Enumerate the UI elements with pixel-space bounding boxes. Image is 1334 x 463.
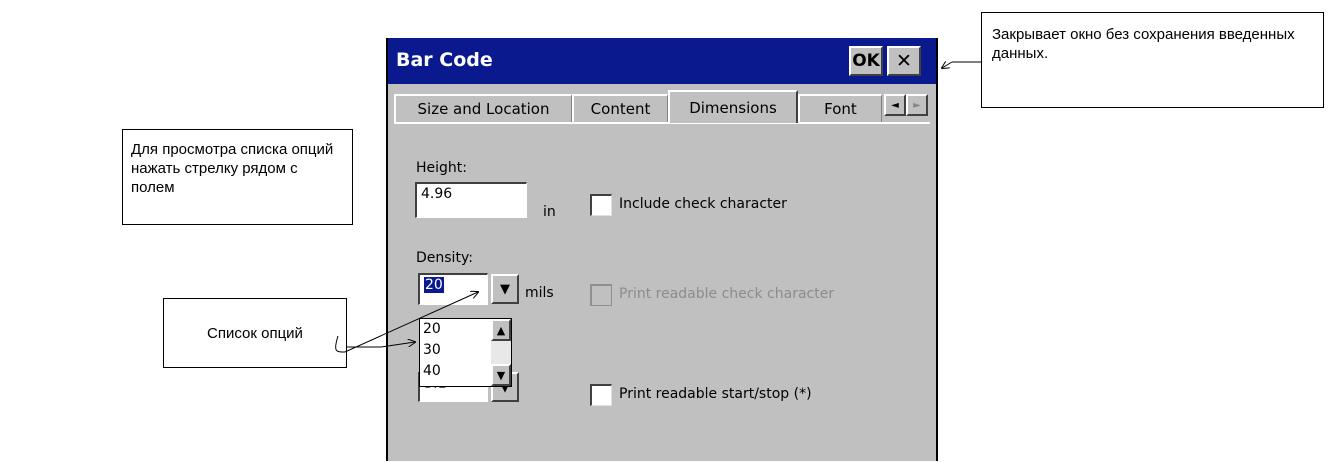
print-check-label: Print readable check character — [619, 286, 835, 302]
tab-size-and-location[interactable]: Size and Location — [394, 94, 572, 122]
density-label: Density: — [416, 250, 473, 266]
density-value: 20 — [424, 277, 444, 293]
scroll-down-button[interactable]: ▼ — [491, 364, 511, 386]
tab-label: Dimensions — [689, 98, 777, 117]
tab-font[interactable]: Font — [798, 94, 882, 122]
print-startstop-label: Print readable start/stop (*) — [619, 386, 812, 402]
arrow-note-callout: Для просмотра списка опций нажать стрелк… — [122, 129, 353, 225]
tab-scroll-right-button[interactable]: ► — [906, 94, 928, 116]
dialog-title: Bar Code — [396, 49, 493, 71]
list-item[interactable]: 20 — [423, 321, 441, 337]
dimensions-panel: Height: 4.96 in Include check character … — [394, 122, 930, 463]
tab-strip: Size and Location Content Dimensions Fon… — [394, 88, 934, 123]
ok-button[interactable]: OK — [849, 46, 883, 76]
print-startstop-checkbox[interactable] — [590, 384, 612, 406]
height-field[interactable]: 4.96 — [415, 182, 527, 218]
density-unit: mils — [525, 285, 554, 301]
tab-label: Font — [824, 100, 857, 118]
connector-close-arrow — [942, 62, 953, 68]
tab-dimensions[interactable]: Dimensions — [668, 90, 798, 123]
include-check-checkbox[interactable] — [590, 194, 612, 216]
list-note-text: Список опций — [207, 324, 303, 342]
close-button[interactable]: ✕ — [887, 46, 921, 76]
chevron-down-icon: ▼ — [500, 281, 510, 297]
title-bar: Bar Code OK ✕ — [388, 38, 936, 84]
list-note-callout: Список опций — [163, 298, 347, 368]
list-item[interactable]: 30 — [423, 342, 441, 358]
density-dropdown-button[interactable]: ▼ — [491, 274, 519, 304]
height-label: Height: — [416, 160, 467, 176]
scroll-up-button[interactable]: ▲ — [491, 319, 511, 341]
arrow-left-icon: ◄ — [891, 99, 899, 111]
bar-code-dialog: Bar Code OK ✕ Size and Location Content … — [386, 38, 938, 461]
close-note-callout: Закрывает окно без сохранения введенных … — [981, 12, 1324, 108]
arrow-down-icon: ▼ — [496, 368, 506, 382]
arrow-note-text: Для просмотра списка опций нажать стрелк… — [131, 141, 334, 196]
density-options-list: 20 30 40 ▲ ▼ — [419, 318, 512, 387]
height-unit: in — [543, 204, 556, 220]
density-field[interactable]: 20 — [418, 273, 488, 305]
list-item[interactable]: 40 — [423, 363, 441, 379]
arrow-up-icon: ▲ — [496, 323, 506, 337]
tab-scroll-left-button[interactable]: ◄ — [884, 94, 906, 116]
include-check-label: Include check character — [619, 196, 787, 212]
tab-label: Content — [590, 100, 651, 118]
tab-content[interactable]: Content — [572, 94, 668, 122]
scrollbar-track[interactable] — [491, 341, 511, 364]
close-icon: ✕ — [896, 50, 912, 72]
close-note-text: Закрывает окно без сохранения введенных … — [992, 26, 1295, 62]
tab-label: Size and Location — [417, 100, 550, 118]
arrow-right-icon: ► — [913, 99, 921, 111]
print-check-checkbox[interactable] — [590, 284, 612, 306]
